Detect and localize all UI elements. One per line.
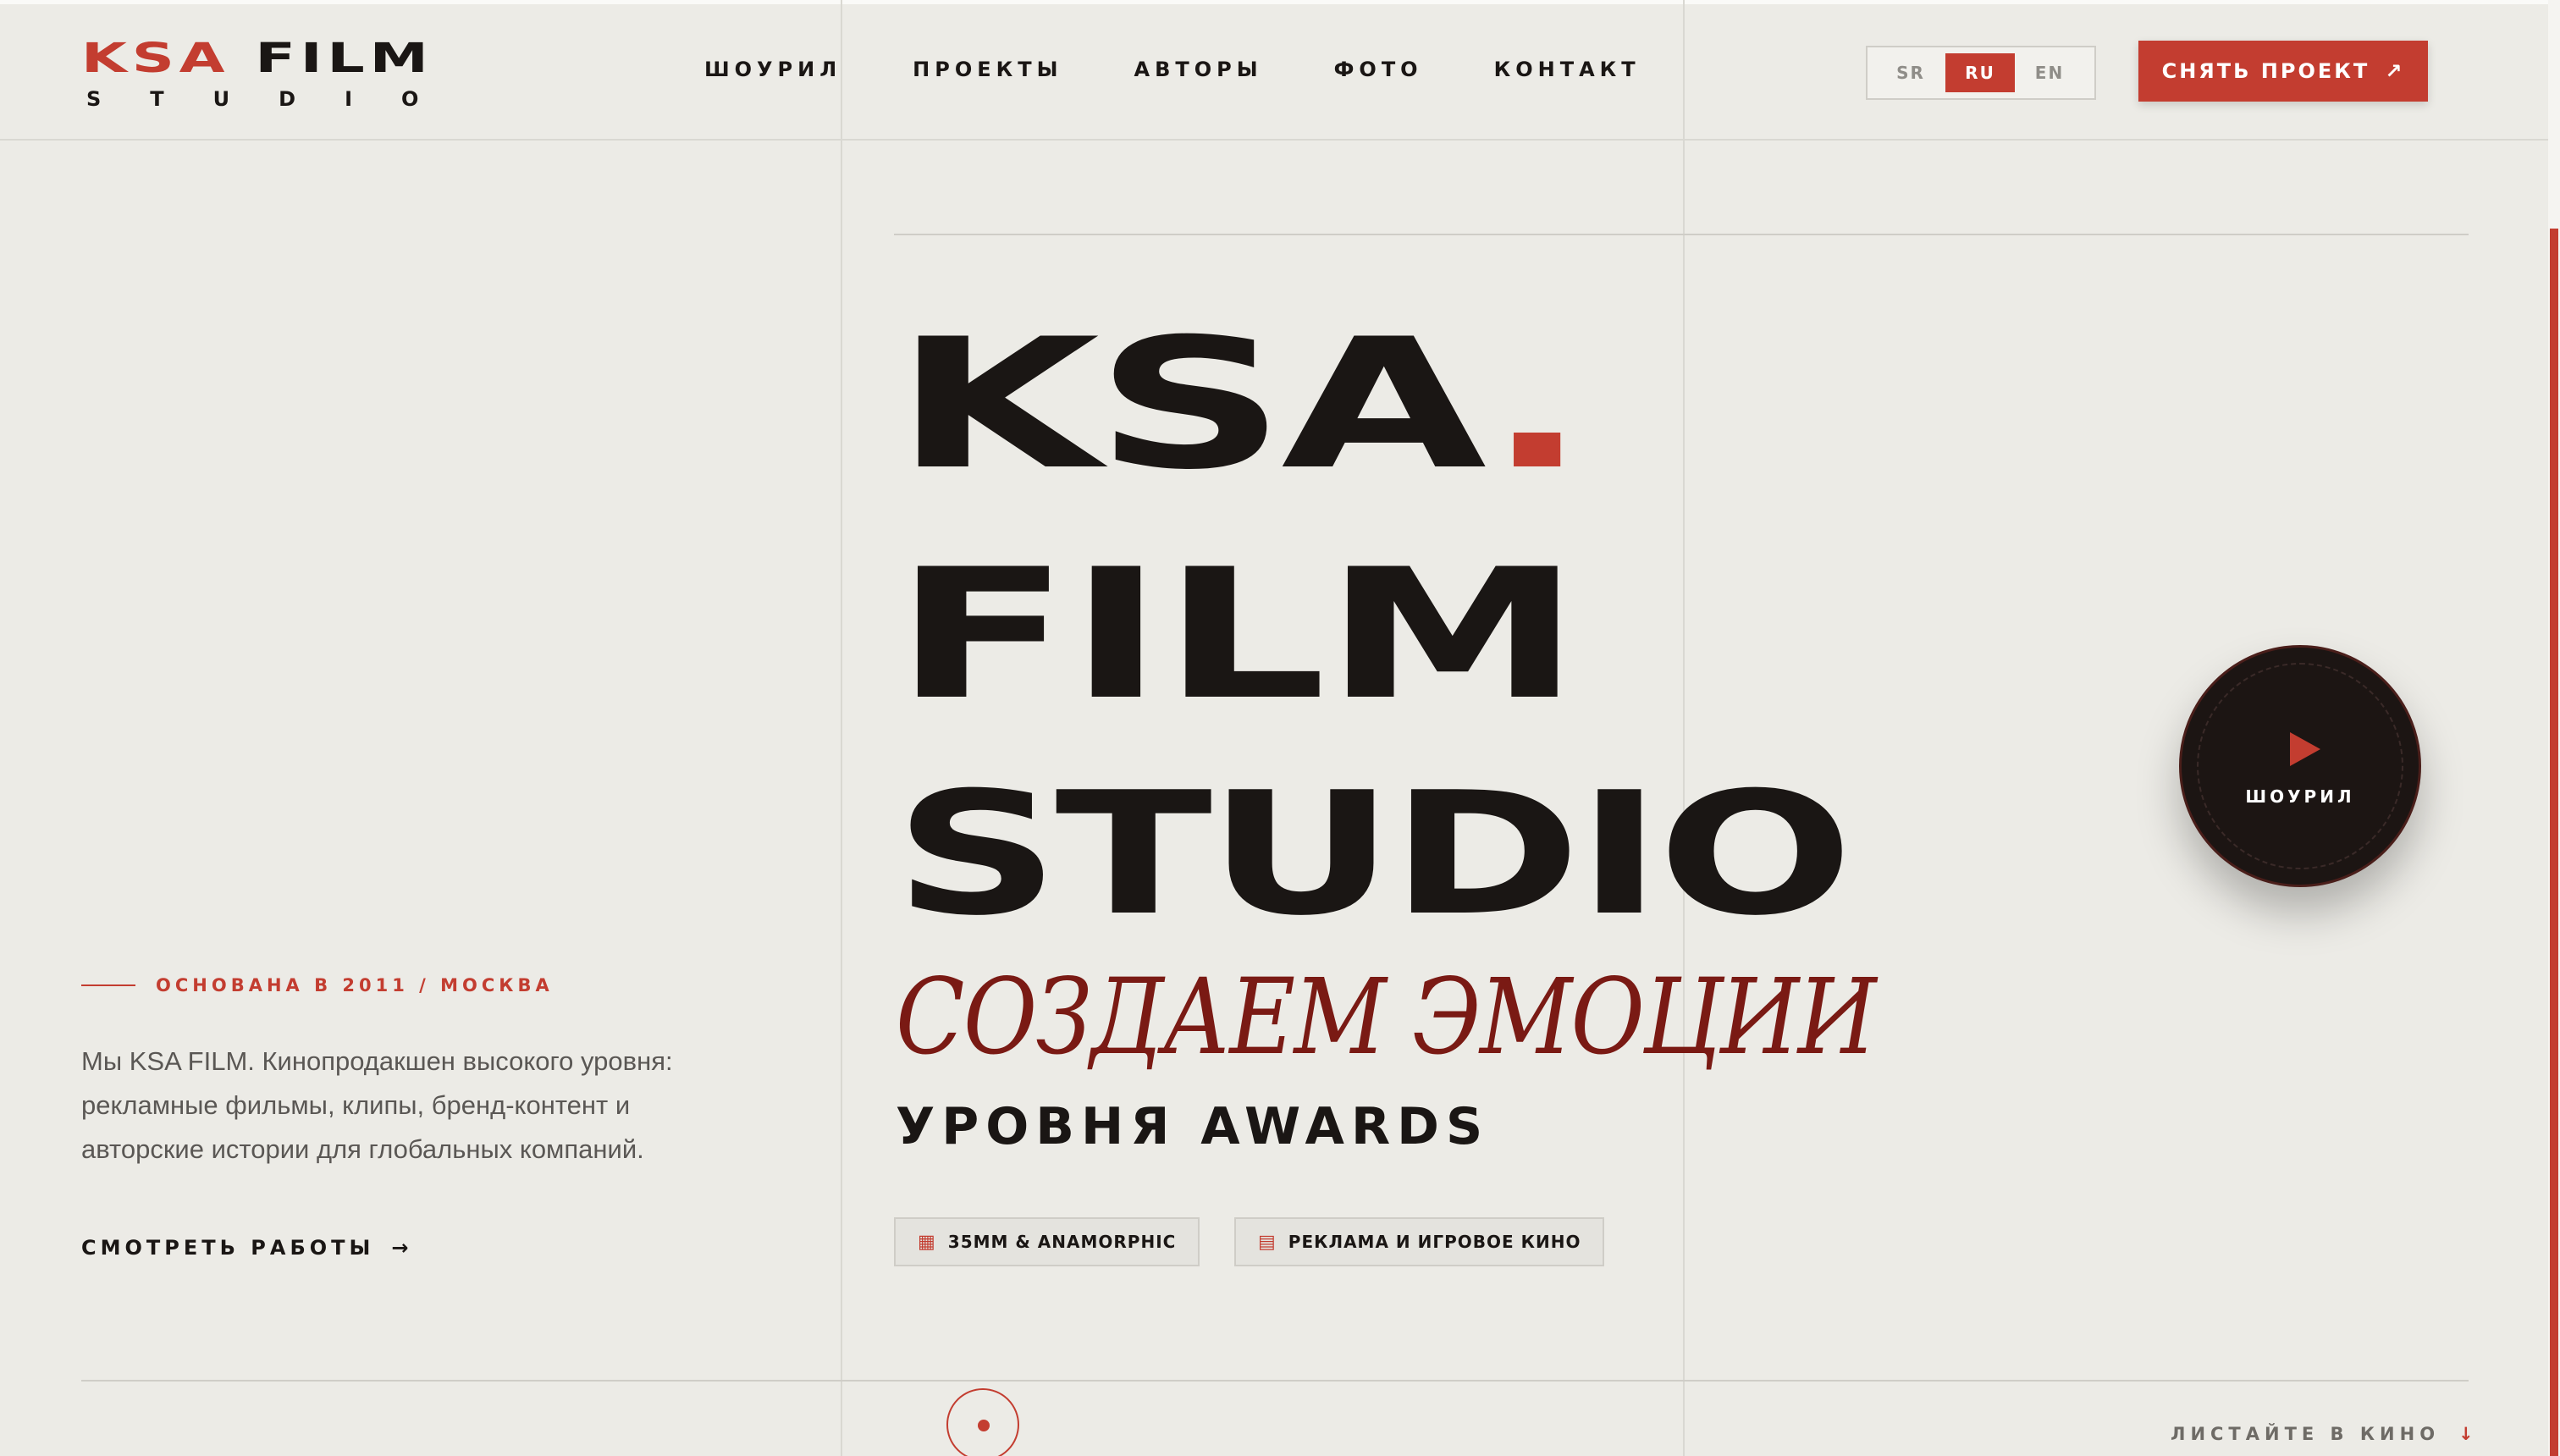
hero-title-line-3: STUDIO [894,756,1853,953]
shoot-project-button[interactable]: СНЯТЬ ПРОЕКТ ↗ [2138,41,2428,102]
nav-photo[interactable]: ФОТО [1334,58,1423,81]
accent-dash [81,984,135,986]
arrow-up-right-icon: ↗ [2385,59,2405,83]
hero-subtitle: УРОВНЯ AWARDS [896,1097,1490,1156]
scroll-hint[interactable]: ЛИСТАЙТЕ В КИНО ↓ [2171,1424,2479,1444]
main-nav: ШОУРИЛ ПРОЕКТЫ АВТОРЫ ФОТО КОНТАКТ [704,58,1641,81]
badge-film-format: ▦ 35MM & ANAMORPHIC [894,1217,1200,1266]
arrow-down-icon: ↓ [2458,1424,2479,1444]
logo-ksa: KSA [81,35,230,82]
view-works-link[interactable]: СМОТРЕТЬ РАБОТЫ → [81,1236,412,1260]
badge-label: РЕКЛАМА И ИГРОВОЕ КИНО [1288,1232,1581,1252]
scroll-hint-label: ЛИСТАЙТЕ В КИНО [2171,1424,2441,1444]
badge-label: 35MM & ANAMORPHIC [947,1232,1177,1252]
clapper-icon: ▤ [1258,1231,1277,1253]
intro-description: Мы KSA FILM. Кинопродакшен высокого уров… [81,1046,673,1164]
showreel-play-button[interactable]: ШОУРИЛ [2179,645,2421,887]
nav-authors[interactable]: АВТОРЫ [1134,58,1263,81]
showreel-ring [2197,663,2403,869]
language-switcher: SR RU EN [1866,46,2096,100]
hero-title-line-1: KSA. [894,315,1587,494]
nav-projects[interactable]: ПРОЕКТЫ [913,58,1062,81]
cta-label: СНЯТЬ ПРОЕКТ [2161,59,2370,83]
divider [894,234,2469,235]
grid-line [1683,0,1685,1456]
founded-line: ОСНОВАНА В 2011 / МОСКВА [81,975,554,995]
logo-studio: STUDIO [86,87,468,111]
lang-ru[interactable]: RU [1945,53,2015,92]
view-works-label: СМОТРЕТЬ РАБОТЫ [81,1236,375,1260]
hero-ksa: KSA [894,300,1492,509]
logo[interactable]: KSA FILM STUDIO [81,37,467,112]
nav-showreel[interactable]: ШОУРИЛ [704,58,841,81]
scroll-dot-icon [978,1420,990,1431]
lang-en[interactable]: EN [2015,53,2084,92]
showreel-label: ШОУРИЛ [2245,786,2355,807]
badge-genres: ▤ РЕКЛАМА И ИГРОВОЕ КИНО [1234,1217,1605,1266]
lang-sr[interactable]: SR [1876,53,1945,92]
play-icon [2290,732,2320,766]
scrollbar-thumb[interactable] [2550,229,2558,1456]
grid-line [841,0,842,1456]
founded-text: ОСНОВАНА В 2011 / МОСКВА [156,975,554,995]
arrow-right-icon: → [391,1236,413,1260]
film-icon: ▦ [918,1231,936,1253]
divider [81,1380,2469,1382]
hero-title-line-2: FILM [894,530,1581,739]
hero-dot: . [1487,300,1587,509]
hero-tagline: СОЗДАЕМ ЭМОЦИИ [896,957,1877,1078]
scroll-indicator[interactable] [946,1388,1019,1456]
nav-contact[interactable]: КОНТАКТ [1494,58,1641,81]
site-header: KSA FILM STUDIO ШОУРИЛ ПРОЕКТЫ АВТОРЫ ФО… [0,0,2560,141]
logo-film: FILM [255,35,433,82]
